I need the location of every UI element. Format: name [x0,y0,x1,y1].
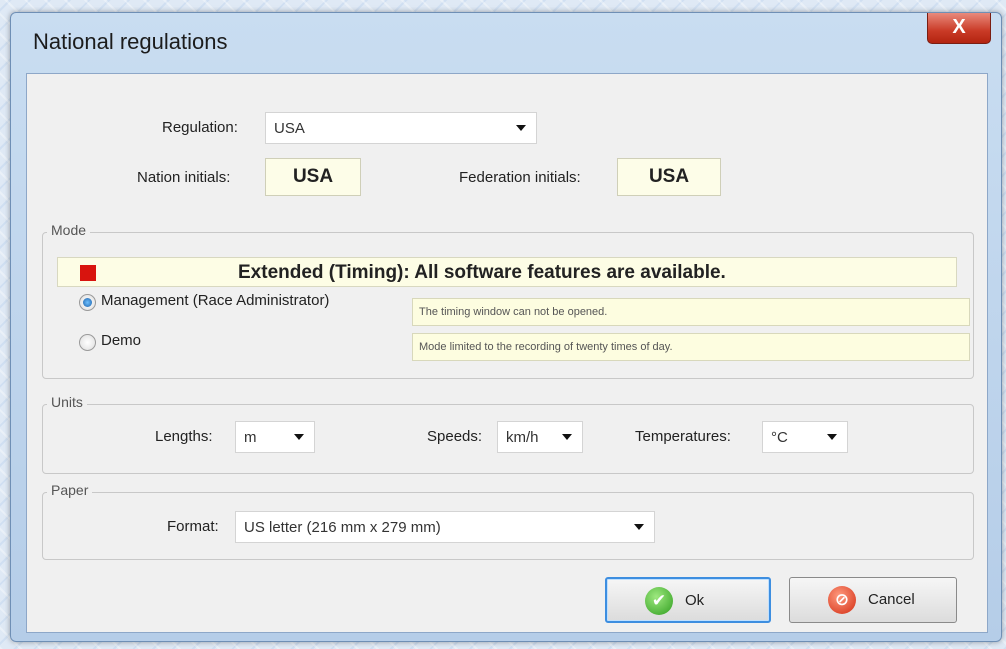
units-legend: Units [47,394,87,410]
chevron-down-icon [516,125,526,131]
temperatures-value: °C [771,429,788,446]
chevron-down-icon [634,524,644,530]
cancel-button[interactable]: ⊘ Cancel [789,577,957,623]
dialog-window: National regulations X Regulation: USA N… [10,12,1002,642]
radio-button-icon [79,334,96,351]
temperatures-select[interactable]: °C [762,421,848,453]
regulation-value: USA [274,120,305,137]
regulation-select[interactable]: USA [265,112,537,144]
format-select[interactable]: US letter (216 mm x 279 mm) [235,511,655,543]
regulation-label: Regulation: [162,119,238,136]
management-note: The timing window can not be opened. [412,298,970,326]
lengths-label: Lengths: [155,428,213,445]
close-icon: X [952,16,966,38]
demo-note: Mode limited to the recording of twenty … [412,333,970,361]
cancel-icon: ⊘ [828,586,856,614]
speeds-value: km/h [506,429,539,446]
radio-button-icon [79,294,96,311]
speeds-select[interactable]: km/h [497,421,583,453]
radio-demo-label: Demo [101,332,142,349]
chevron-down-icon [827,434,837,440]
dialog-client-area: Regulation: USA Nation initials: USA Fed… [26,73,988,633]
chevron-down-icon [294,434,304,440]
chevron-down-icon [562,434,572,440]
lengths-select[interactable]: m [235,421,315,453]
mode-legend: Mode [47,222,91,238]
checkmark-icon: ✔ [645,587,673,615]
mode-banner-text: Extended (Timing): All software features… [238,262,726,283]
paper-legend: Paper [47,482,93,498]
speeds-label: Speeds: [427,428,483,445]
format-label: Format: [167,518,219,535]
temperatures-label: Temperatures: [635,428,731,445]
ok-button-label: Ok [685,592,705,609]
cancel-button-label: Cancel [868,591,915,608]
close-button[interactable]: X [927,13,991,44]
federation-initials-label: Federation initials: [459,169,581,186]
lengths-value: m [244,429,257,446]
format-value: US letter (216 mm x 279 mm) [244,519,441,536]
status-square-icon [80,265,96,281]
nation-initials-label: Nation initials: [137,169,231,186]
ok-button[interactable]: ✔ Ok [605,577,771,623]
nation-initials-field[interactable]: USA [265,158,361,196]
radio-management-label: Management (Race Administrator) [101,292,330,309]
dialog-title: National regulations [33,29,228,54]
federation-initials-field[interactable]: USA [617,158,721,196]
mode-banner: Extended (Timing): All software features… [57,257,957,287]
